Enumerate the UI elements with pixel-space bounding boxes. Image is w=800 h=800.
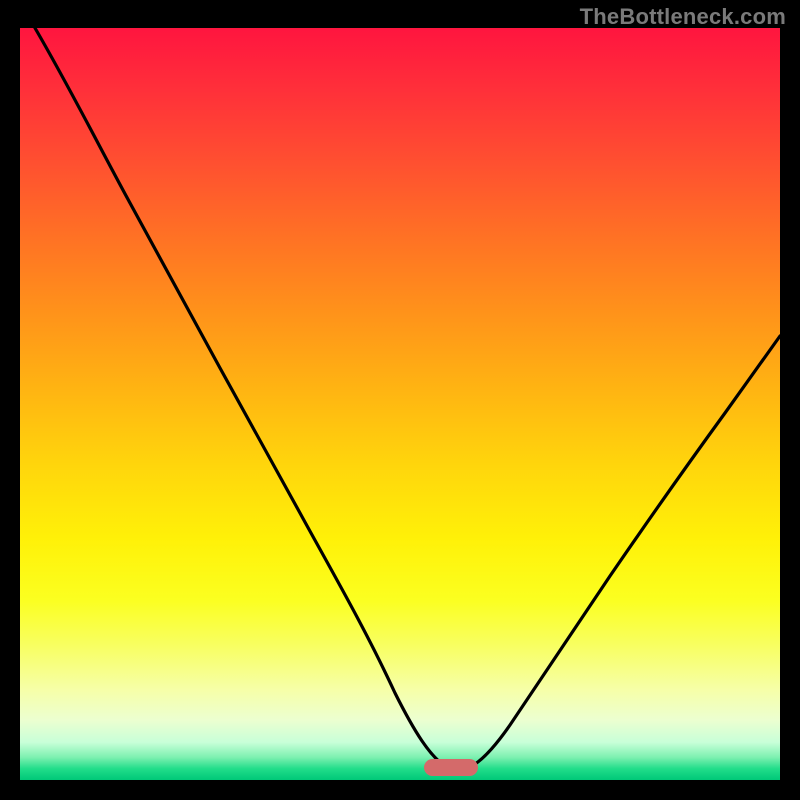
curve-svg xyxy=(20,28,780,780)
optimum-marker xyxy=(424,759,478,776)
bottleneck-curve xyxy=(35,28,780,770)
chart-frame: TheBottleneck.com xyxy=(0,0,800,800)
watermark-text: TheBottleneck.com xyxy=(580,4,786,30)
plot-area xyxy=(20,28,780,780)
